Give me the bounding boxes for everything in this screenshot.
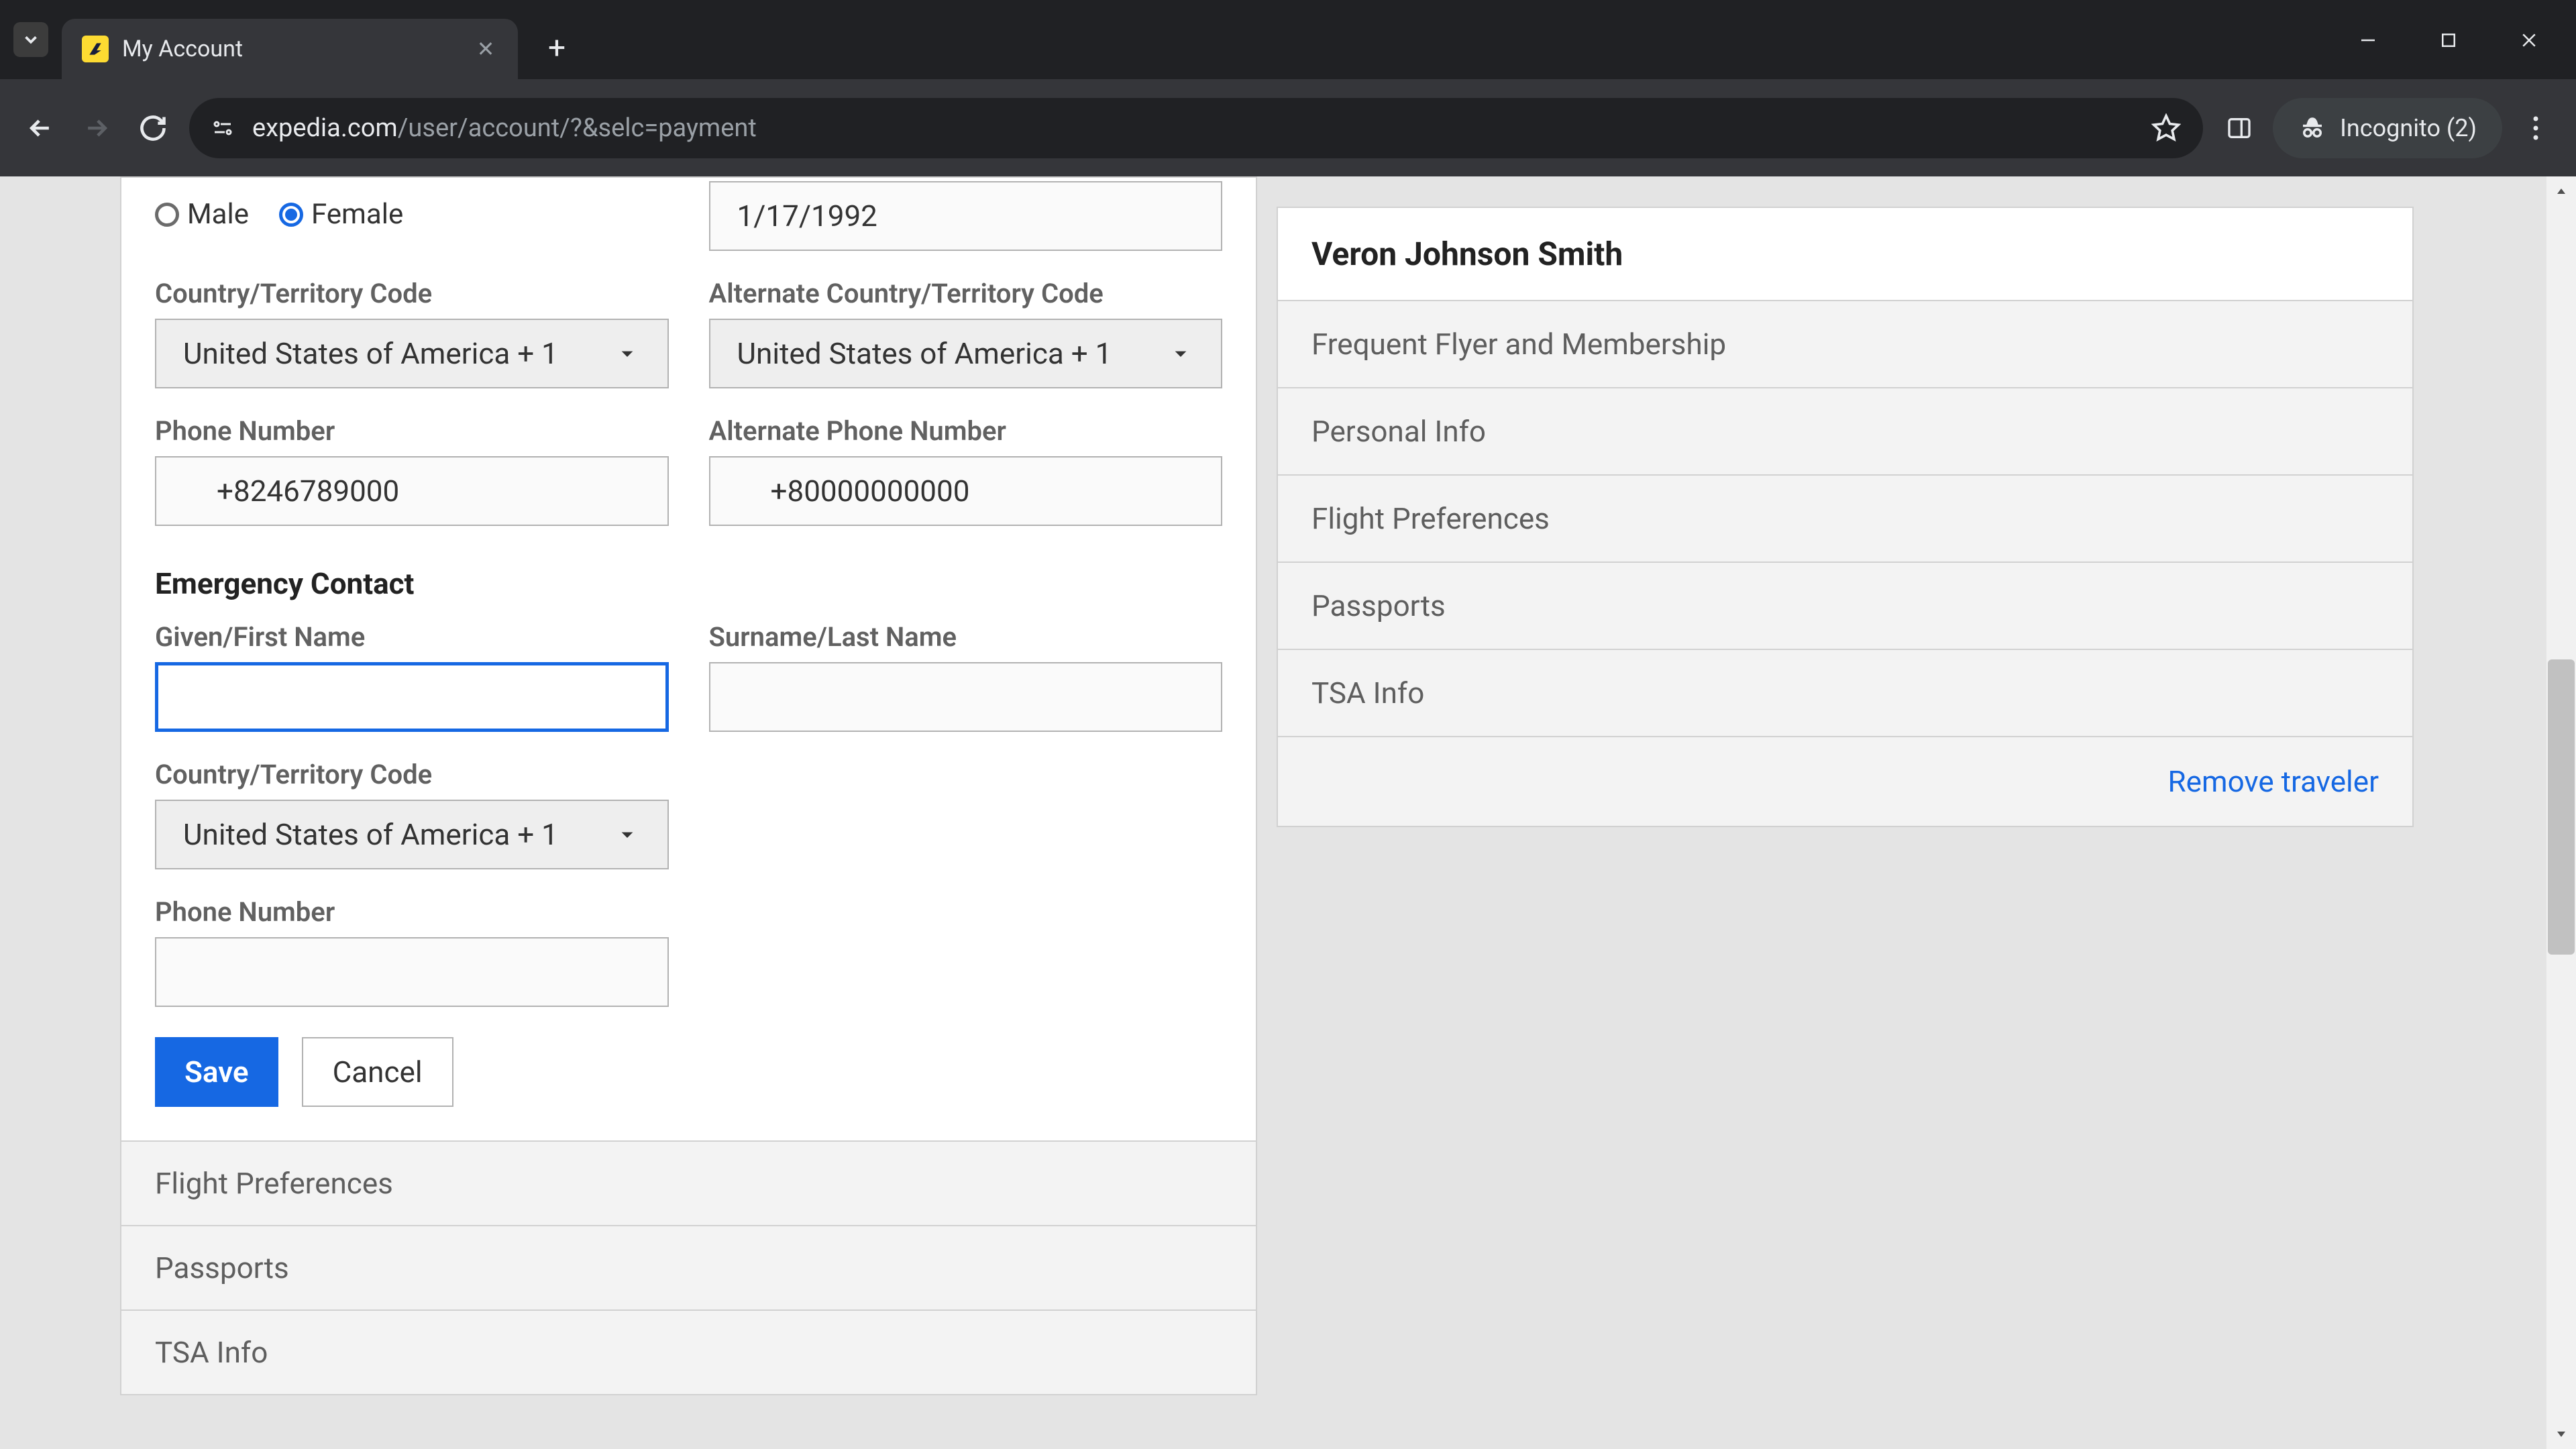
remove-traveler-link[interactable]: Remove traveler	[2168, 764, 2379, 799]
accordion-passports[interactable]: Passports	[121, 1225, 1256, 1309]
ec-last-name-label: Surname/Last Name	[709, 621, 1223, 653]
dob-input[interactable]	[709, 181, 1223, 251]
chevron-down-icon	[614, 821, 641, 848]
site-settings-icon[interactable]	[209, 115, 236, 142]
minimize-icon	[2358, 30, 2378, 50]
radio-icon	[155, 203, 179, 227]
chevron-down-icon	[614, 340, 641, 367]
country-code-value: United States of America + 1	[183, 336, 558, 371]
incognito-label: Incognito (2)	[2340, 114, 2477, 142]
tab-title: My Account	[122, 36, 460, 62]
chevron-down-icon	[1167, 340, 1194, 367]
window-controls	[2328, 20, 2569, 60]
accordion-tsa-info[interactable]: TSA Info	[121, 1309, 1256, 1394]
incognito-icon	[2298, 114, 2326, 142]
ec-first-name-input[interactable]	[155, 662, 669, 732]
window-minimize-button[interactable]	[2328, 20, 2408, 60]
triangle-up-icon	[2553, 183, 2569, 199]
page-content: Male Female Country/Territory Code	[0, 176, 2576, 1449]
country-code-select[interactable]: United States of America + 1	[155, 319, 669, 388]
ec-phone-input[interactable]	[155, 937, 669, 1007]
phone-input[interactable]	[155, 456, 669, 526]
scrollbar-track[interactable]	[2546, 176, 2576, 1449]
gender-female-radio[interactable]: Female	[279, 198, 403, 231]
cancel-button[interactable]: Cancel	[302, 1037, 453, 1107]
emergency-contact-heading: Emergency Contact	[155, 566, 1222, 601]
personal-info-form: Male Female Country/Territory Code	[121, 178, 1256, 1140]
radio-selected-icon	[279, 203, 303, 227]
sidebar-item-frequent-flyer[interactable]: Frequent Flyer and Membership	[1278, 301, 2412, 388]
expedia-favicon-icon	[82, 36, 109, 62]
alt-phone-label: Alternate Phone Number	[709, 415, 1223, 447]
reload-icon	[138, 113, 168, 143]
url-bar[interactable]: expedia.com/user/account/?&selc=payment	[189, 98, 2203, 158]
chevron-down-icon	[21, 30, 41, 50]
maximize-icon	[2438, 30, 2459, 50]
ec-last-name-input[interactable]	[709, 662, 1223, 732]
gender-male-label: Male	[187, 198, 249, 231]
nav-reload-button[interactable]	[133, 108, 173, 148]
url-text: expedia.com/user/account/?&selc=payment	[252, 113, 2133, 143]
scrollbar-down-button[interactable]	[2546, 1419, 2576, 1449]
sidebar-item-passports[interactable]: Passports	[1278, 563, 2412, 650]
alt-country-code-label: Alternate Country/Territory Code	[709, 278, 1223, 309]
phone-label: Phone Number	[155, 415, 669, 447]
browser-tabs-bar: My Account ✕ +	[0, 0, 2576, 79]
side-panel-button[interactable]	[2219, 108, 2259, 148]
browser-menu-button[interactable]	[2516, 108, 2556, 148]
more-vertical-icon	[2533, 115, 2538, 142]
window-close-button[interactable]	[2489, 20, 2569, 60]
url-path: /user/account/?&selc=payment	[398, 113, 757, 143]
address-bar: expedia.com/user/account/?&selc=payment …	[0, 79, 2576, 176]
ec-country-code-value: United States of America + 1	[183, 817, 558, 852]
ec-country-code-select[interactable]: United States of America + 1	[155, 800, 669, 869]
sidebar-item-personal-info[interactable]: Personal Info	[1278, 388, 2412, 476]
gender-radio-group: Male Female	[155, 178, 669, 231]
scrollbar-thumb[interactable]	[2548, 659, 2575, 955]
form-button-row: Save Cancel	[155, 1037, 1222, 1107]
alt-country-code-value: United States of America + 1	[737, 336, 1112, 371]
star-icon	[2151, 113, 2181, 143]
nav-back-button[interactable]	[20, 108, 60, 148]
browser-tab-active[interactable]: My Account ✕	[62, 19, 518, 79]
sidebar-item-flight-preferences[interactable]: Flight Preferences	[1278, 476, 2412, 563]
country-code-label: Country/Territory Code	[155, 278, 669, 309]
ec-country-code-label: Country/Territory Code	[155, 759, 669, 790]
arrow-right-icon	[82, 113, 111, 143]
gender-male-radio[interactable]: Male	[155, 198, 249, 231]
gender-female-label: Female	[311, 198, 403, 231]
panel-icon	[2226, 115, 2253, 142]
scrollbar-up-button[interactable]	[2546, 176, 2576, 206]
sidebar-item-tsa-info[interactable]: TSA Info	[1278, 650, 2412, 737]
arrow-left-icon	[25, 113, 55, 143]
tab-close-button[interactable]: ✕	[474, 37, 498, 61]
bookmark-button[interactable]	[2149, 111, 2183, 145]
window-maximize-button[interactable]	[2408, 20, 2489, 60]
url-domain: expedia.com	[252, 113, 398, 143]
alt-phone-input[interactable]	[709, 456, 1223, 526]
main-panel: Male Female Country/Territory Code	[120, 176, 1257, 1395]
nav-forward-button[interactable]	[76, 108, 117, 148]
sidebar-footer: Remove traveler	[1278, 737, 2412, 826]
ec-first-name-label: Given/First Name	[155, 621, 669, 653]
incognito-badge[interactable]: Incognito (2)	[2273, 98, 2502, 158]
triangle-down-icon	[2553, 1426, 2569, 1442]
accordion-flight-preferences[interactable]: Flight Preferences	[121, 1140, 1256, 1225]
traveler-sidebar: Veron Johnson Smith Frequent Flyer and M…	[1277, 207, 2414, 827]
new-tab-button[interactable]: +	[538, 30, 576, 67]
alt-country-code-select[interactable]: United States of America + 1	[709, 319, 1223, 388]
tab-search-dropdown[interactable]	[13, 22, 48, 57]
save-button[interactable]: Save	[155, 1037, 278, 1107]
traveler-name-header[interactable]: Veron Johnson Smith	[1278, 208, 2412, 301]
close-icon	[2519, 30, 2539, 50]
toolbar-right: Incognito (2)	[2219, 98, 2556, 158]
ec-phone-label: Phone Number	[155, 896, 669, 928]
